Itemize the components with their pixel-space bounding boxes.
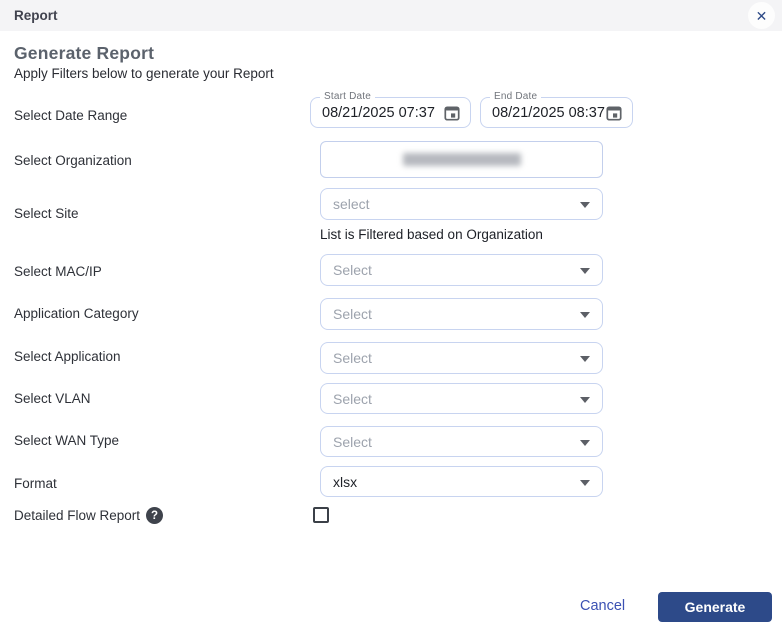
calendar-icon[interactable] — [605, 104, 623, 122]
modal-title: Report — [14, 8, 58, 23]
modal-header: Report ✕ — [0, 0, 782, 31]
organization-redacted-value — [403, 153, 521, 166]
detailed-flow-report-text: Detailed Flow Report — [14, 508, 140, 523]
label-site: Select Site — [14, 206, 79, 221]
vlan-dropdown[interactable]: Select — [320, 383, 603, 414]
site-placeholder: select — [333, 196, 370, 212]
format-value: xlsx — [333, 474, 357, 490]
application-placeholder: Select — [333, 350, 372, 366]
label-date-range: Select Date Range — [14, 108, 127, 123]
label-application-category: Application Category — [14, 306, 139, 321]
format-dropdown[interactable]: xlsx — [320, 466, 603, 497]
end-date-float-label: End Date — [490, 91, 541, 102]
mac-ip-dropdown[interactable]: Select — [320, 254, 603, 286]
label-detailed-flow-report: Detailed Flow Report ? — [14, 507, 163, 524]
chevron-down-icon — [580, 480, 590, 486]
calendar-icon[interactable] — [443, 104, 461, 122]
start-date-float-label: Start Date — [320, 91, 375, 102]
cancel-button[interactable]: Cancel — [580, 598, 625, 614]
report-modal: Report ✕ Generate Report Apply Filters b… — [0, 0, 782, 625]
start-date-field[interactable]: Start Date 08/21/2025 07:37 — [310, 97, 471, 128]
chevron-down-icon — [580, 268, 590, 274]
application-category-placeholder: Select — [333, 306, 372, 322]
start-date-value: 08/21/2025 07:37 — [311, 105, 435, 121]
close-icon: ✕ — [756, 9, 768, 23]
organization-input[interactable] — [320, 141, 603, 178]
wan-type-placeholder: Select — [333, 434, 372, 450]
chevron-down-icon — [580, 202, 590, 208]
chevron-down-icon — [580, 397, 590, 403]
application-category-dropdown[interactable]: Select — [320, 298, 603, 330]
label-organization: Select Organization — [14, 153, 132, 168]
page-subtitle: Apply Filters below to generate your Rep… — [14, 66, 274, 81]
mac-ip-placeholder: Select — [333, 262, 372, 278]
help-icon[interactable]: ? — [146, 507, 163, 524]
end-date-value: 08/21/2025 08:37 — [481, 105, 605, 121]
detailed-flow-report-checkbox[interactable] — [313, 507, 329, 523]
label-mac-ip: Select MAC/IP — [14, 264, 102, 279]
site-dropdown[interactable]: select — [320, 188, 603, 220]
generate-button[interactable]: Generate — [658, 592, 772, 622]
chevron-down-icon — [580, 440, 590, 446]
label-format: Format — [14, 476, 57, 491]
end-date-field[interactable]: End Date 08/21/2025 08:37 — [480, 97, 633, 128]
vlan-placeholder: Select — [333, 391, 372, 407]
page-title: Generate Report — [14, 43, 154, 64]
site-helper-text: List is Filtered based on Organization — [320, 227, 543, 242]
label-wan-type: Select WAN Type — [14, 433, 119, 448]
close-button[interactable]: ✕ — [748, 2, 775, 29]
help-icon-glyph: ? — [151, 510, 158, 522]
label-vlan: Select VLAN — [14, 391, 91, 406]
wan-type-dropdown[interactable]: Select — [320, 426, 603, 457]
label-application: Select Application — [14, 349, 121, 364]
application-dropdown[interactable]: Select — [320, 342, 603, 374]
chevron-down-icon — [580, 312, 590, 318]
chevron-down-icon — [580, 356, 590, 362]
